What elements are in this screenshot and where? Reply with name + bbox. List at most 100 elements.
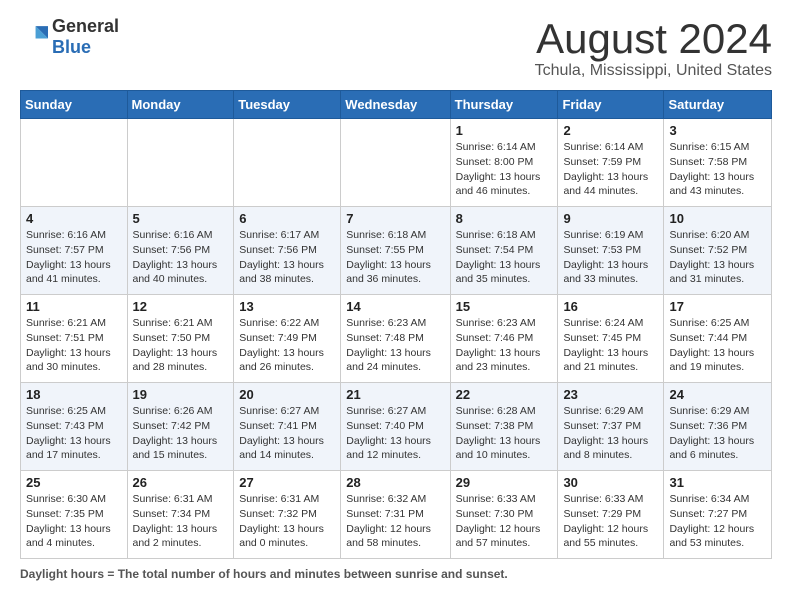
day-info: Sunrise: 6:23 AM Sunset: 7:48 PM Dayligh…: [346, 316, 444, 375]
calendar-cell: 9Sunrise: 6:19 AM Sunset: 7:53 PM Daylig…: [558, 207, 664, 295]
day-number: 19: [133, 387, 229, 402]
column-header-wednesday: Wednesday: [341, 91, 450, 119]
day-info: Sunrise: 6:16 AM Sunset: 7:57 PM Dayligh…: [26, 228, 122, 287]
header: General Blue August 2024 Tchula, Mississ…: [20, 16, 772, 80]
calendar-cell: 8Sunrise: 6:18 AM Sunset: 7:54 PM Daylig…: [450, 207, 558, 295]
calendar-cell: 21 Sunrise: 6:27 AM Sunset: 7:40 PM Dayli…: [341, 383, 450, 471]
day-number: 15: [456, 299, 553, 314]
day-info: Sunrise: 6:20 AM Sunset: 7:52 PM Dayligh…: [669, 228, 766, 287]
column-header-tuesday: Tuesday: [234, 91, 341, 119]
calendar-cell: 4 Sunrise: 6:16 AM Sunset: 7:57 PM Daylig…: [21, 207, 128, 295]
day-number: 20: [239, 387, 335, 402]
day-info: Sunrise: 6:26 AM Sunset: 7:42 PM Dayligh…: [133, 404, 229, 463]
day-info: Sunrise: 6:15 AM Sunset: 7:58 PM Dayligh…: [669, 140, 766, 199]
day-number: 5: [133, 211, 229, 226]
calendar-cell: [234, 119, 341, 207]
column-header-saturday: Saturday: [664, 91, 772, 119]
day-number: 8: [456, 211, 553, 226]
day-number: 18: [26, 387, 122, 402]
calendar-cell: 30 Sunrise: 6:33 AM Sunset: 7:29 PM Dayli…: [558, 471, 664, 559]
day-number: 27: [239, 475, 335, 490]
calendar-cell: 27 Sunrise: 6:31 AM Sunset: 7:32 PM Dayli…: [234, 471, 341, 559]
calendar-cell: 24Sunrise: 6:29 AM Sunset: 7:36 PM Dayli…: [664, 383, 772, 471]
day-number: 1: [456, 123, 553, 138]
day-number: 3: [669, 123, 766, 138]
calendar-cell: [127, 119, 234, 207]
day-info: Sunrise: 6:31 AM Sunset: 7:32 PM Dayligh…: [239, 492, 335, 551]
day-number: 26: [133, 475, 229, 490]
calendar-table: SundayMondayTuesdayWednesdayThursdayFrid…: [20, 90, 772, 559]
main-title: August 2024: [535, 16, 772, 62]
calendar-cell: 26 Sunrise: 6:31 AM Sunset: 7:34 PM Dayli…: [127, 471, 234, 559]
calendar-cell: 16 Sunrise: 6:24 AM Sunset: 7:45 PM Dayli…: [558, 295, 664, 383]
day-number: 22: [456, 387, 553, 402]
calendar-week-row: 11Sunrise: 6:21 AM Sunset: 7:51 PM Dayli…: [21, 295, 772, 383]
calendar-cell: [341, 119, 450, 207]
day-number: 21: [346, 387, 444, 402]
generalblue-icon: [20, 23, 48, 51]
calendar-cell: 10 Sunrise: 6:20 AM Sunset: 7:52 PM Dayli…: [664, 207, 772, 295]
day-number: 29: [456, 475, 553, 490]
day-info: Sunrise: 6:23 AM Sunset: 7:46 PM Dayligh…: [456, 316, 553, 375]
day-number: 2: [563, 123, 658, 138]
day-number: 13: [239, 299, 335, 314]
footer-desc: = The total number of hours and minutes …: [107, 567, 507, 581]
calendar-cell: 6Sunrise: 6:17 AM Sunset: 7:56 PM Daylig…: [234, 207, 341, 295]
day-number: 16: [563, 299, 658, 314]
day-info: Sunrise: 6:25 AM Sunset: 7:43 PM Dayligh…: [26, 404, 122, 463]
logo-general: General: [52, 16, 119, 36]
day-info: Sunrise: 6:31 AM Sunset: 7:34 PM Dayligh…: [133, 492, 229, 551]
day-number: 4: [26, 211, 122, 226]
day-number: 31: [669, 475, 766, 490]
calendar-cell: 13 Sunrise: 6:22 AM Sunset: 7:49 PM Dayli…: [234, 295, 341, 383]
day-info: Sunrise: 6:33 AM Sunset: 7:30 PM Dayligh…: [456, 492, 553, 551]
day-number: 10: [669, 211, 766, 226]
logo-text: General Blue: [52, 16, 119, 58]
calendar-header-row: SundayMondayTuesdayWednesdayThursdayFrid…: [21, 91, 772, 119]
day-info: Sunrise: 6:17 AM Sunset: 7:56 PM Dayligh…: [239, 228, 335, 287]
calendar-cell: 12 Sunrise: 6:21 AM Sunset: 7:50 PM Dayli…: [127, 295, 234, 383]
day-info: Sunrise: 6:14 AM Sunset: 7:59 PM Dayligh…: [563, 140, 658, 199]
day-info: Sunrise: 6:29 AM Sunset: 7:37 PM Dayligh…: [563, 404, 658, 463]
day-info: Sunrise: 6:14 AM Sunset: 8:00 PM Dayligh…: [456, 140, 553, 199]
column-header-thursday: Thursday: [450, 91, 558, 119]
calendar-cell: 5 Sunrise: 6:16 AM Sunset: 7:56 PM Daylig…: [127, 207, 234, 295]
day-info: Sunrise: 6:22 AM Sunset: 7:49 PM Dayligh…: [239, 316, 335, 375]
day-info: Sunrise: 6:27 AM Sunset: 7:40 PM Dayligh…: [346, 404, 444, 463]
day-number: 12: [133, 299, 229, 314]
subtitle: Tchula, Mississippi, United States: [535, 62, 772, 80]
day-number: 11: [26, 299, 122, 314]
day-number: 23: [563, 387, 658, 402]
calendar-cell: 11Sunrise: 6:21 AM Sunset: 7:51 PM Dayli…: [21, 295, 128, 383]
calendar-week-row: 4 Sunrise: 6:16 AM Sunset: 7:57 PM Daylig…: [21, 207, 772, 295]
calendar-cell: 22 Sunrise: 6:28 AM Sunset: 7:38 PM Dayli…: [450, 383, 558, 471]
calendar-cell: 31 Sunrise: 6:34 AM Sunset: 7:27 PM Dayli…: [664, 471, 772, 559]
day-info: Sunrise: 6:24 AM Sunset: 7:45 PM Dayligh…: [563, 316, 658, 375]
title-area: August 2024 Tchula, Mississippi, United …: [535, 16, 772, 80]
day-info: Sunrise: 6:16 AM Sunset: 7:56 PM Dayligh…: [133, 228, 229, 287]
calendar-cell: 28 Sunrise: 6:32 AM Sunset: 7:31 PM Dayli…: [341, 471, 450, 559]
day-number: 9: [563, 211, 658, 226]
day-number: 17: [669, 299, 766, 314]
day-number: 30: [563, 475, 658, 490]
column-header-friday: Friday: [558, 91, 664, 119]
logo: General Blue: [20, 16, 119, 58]
calendar-cell: 25 Sunrise: 6:30 AM Sunset: 7:35 PM Dayli…: [21, 471, 128, 559]
calendar-cell: 7Sunrise: 6:18 AM Sunset: 7:55 PM Daylig…: [341, 207, 450, 295]
day-number: 25: [26, 475, 122, 490]
day-info: Sunrise: 6:32 AM Sunset: 7:31 PM Dayligh…: [346, 492, 444, 551]
day-info: Sunrise: 6:25 AM Sunset: 7:44 PM Dayligh…: [669, 316, 766, 375]
calendar-cell: 19 Sunrise: 6:26 AM Sunset: 7:42 PM Dayli…: [127, 383, 234, 471]
day-info: Sunrise: 6:21 AM Sunset: 7:50 PM Dayligh…: [133, 316, 229, 375]
calendar-cell: 15 Sunrise: 6:23 AM Sunset: 7:46 PM Dayli…: [450, 295, 558, 383]
calendar-cell: 1 Sunrise: 6:14 AM Sunset: 8:00 PM Daylig…: [450, 119, 558, 207]
calendar-cell: 18 Sunrise: 6:25 AM Sunset: 7:43 PM Dayli…: [21, 383, 128, 471]
day-info: Sunrise: 6:30 AM Sunset: 7:35 PM Dayligh…: [26, 492, 122, 551]
calendar-cell: 3 Sunrise: 6:15 AM Sunset: 7:58 PM Daylig…: [664, 119, 772, 207]
day-info: Sunrise: 6:34 AM Sunset: 7:27 PM Dayligh…: [669, 492, 766, 551]
day-info: Sunrise: 6:33 AM Sunset: 7:29 PM Dayligh…: [563, 492, 658, 551]
calendar-cell: 2 Sunrise: 6:14 AM Sunset: 7:59 PM Daylig…: [558, 119, 664, 207]
calendar-cell: 17 Sunrise: 6:25 AM Sunset: 7:44 PM Dayli…: [664, 295, 772, 383]
day-number: 28: [346, 475, 444, 490]
day-info: Sunrise: 6:28 AM Sunset: 7:38 PM Dayligh…: [456, 404, 553, 463]
